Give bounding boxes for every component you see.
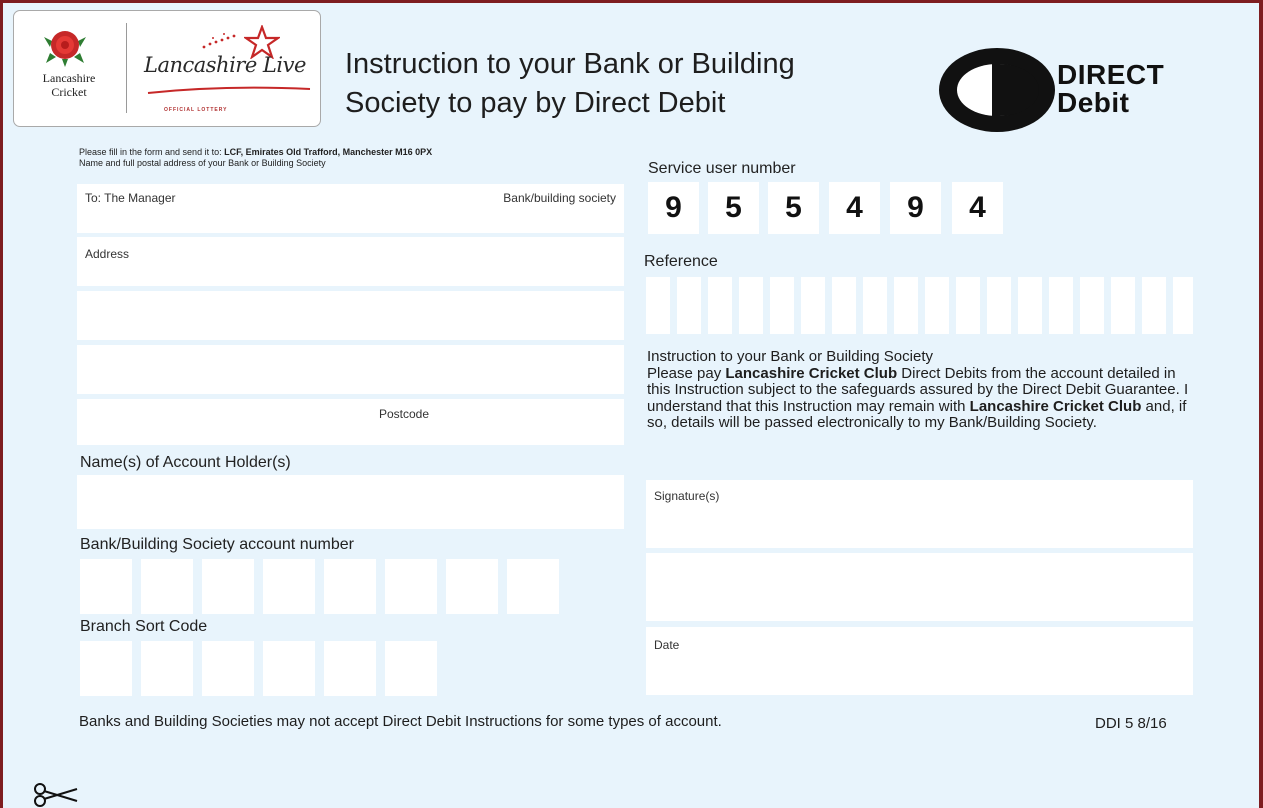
account-holder-field[interactable] [77,475,624,529]
account-number-label: Bank/Building Society account number [80,536,354,553]
service-user-label: Service user number [648,160,796,177]
reference-box[interactable] [956,277,980,334]
reference-box[interactable] [801,277,825,334]
reference-box[interactable] [863,277,887,334]
reference-box[interactable] [646,277,670,334]
direct-debit-logo-line1: DIRECT [1057,59,1165,90]
postcode-field[interactable]: Postcode [77,399,624,445]
lotto-logo-text: Lancashire Live [144,53,306,77]
reference-box[interactable] [1111,277,1135,334]
sort-code-box[interactable] [141,641,193,696]
bank-building-society-label: Bank/building society [503,191,616,205]
direct-debit-logo-icon [939,48,1055,132]
account-holder-label: Name(s) of Account Holder(s) [80,454,291,471]
reference-box[interactable] [677,277,701,334]
address-field-line1[interactable]: Address [77,237,624,286]
account-number-box[interactable] [507,559,559,614]
sort-code-label: Branch Sort Code [80,618,208,635]
address-label: Address [85,247,130,261]
logo-card: Lancashire Cricket Lancashire Live OFFIC… [13,10,321,127]
date-field[interactable]: Date [646,627,1193,695]
account-number-box[interactable] [202,559,254,614]
instruction-body: Please pay Lancashire Cricket Club Direc… [647,364,1202,432]
service-user-digit: 9 [648,182,699,234]
instruction-company: Lancashire Cricket Club [725,364,898,382]
instruction-heading: Instruction to your Bank or Building Soc… [647,348,933,365]
account-number-box[interactable] [385,559,437,614]
reference-label: Reference [644,253,718,270]
account-number-box[interactable] [446,559,498,614]
sort-code-box[interactable] [385,641,437,696]
reference-box[interactable] [1142,277,1166,334]
date-label: Date [654,638,680,652]
bank-name-field[interactable]: To: The Manager Bank/building society [77,184,624,233]
postcode-label: Postcode [379,407,430,421]
reference-box[interactable] [770,277,794,334]
sparkle-dots-icon [202,33,236,49]
reference-box[interactable] [1080,277,1104,334]
account-number-box[interactable] [141,559,193,614]
account-number-box[interactable] [263,559,315,614]
service-user-digit: 5 [768,182,819,234]
signature-field-2[interactable] [646,553,1193,621]
reference-box[interactable] [925,277,949,334]
rose-icon [44,31,86,67]
sort-code-box[interactable] [80,641,132,696]
send-to-address: LCF, Emirates Old Trafford, Manchester M… [224,147,433,157]
ddi-code: DDI 5 8/16 [1095,715,1167,732]
direct-debit-logo-text: DIRECT Debit [1057,61,1164,117]
instruction-part1: Please pay [647,364,726,382]
reference-box[interactable] [739,277,763,334]
service-user-digit: 4 [829,182,880,234]
send-to-prefix: Please fill in the form and send it to: [79,147,225,157]
address-field-line2[interactable] [77,291,624,340]
service-user-digit: 5 [708,182,759,234]
send-to-note: Please fill in the form and send it to: … [79,147,432,169]
service-user-digit: 4 [952,182,1003,234]
form-title: Instruction to your Bank or Building Soc… [345,45,885,123]
reference-box[interactable] [708,277,732,334]
service-user-digit: 9 [890,182,941,234]
to-manager-label: To: The Manager [85,191,176,205]
form-title-line1: Instruction to your Bank or Building [345,48,795,80]
send-to-line: Please fill in the form and send it to: … [79,147,432,158]
reference-box[interactable] [1173,277,1193,334]
instruction-company-2: Lancashire Cricket Club [969,397,1142,415]
account-number-box[interactable] [324,559,376,614]
lcc-logo-line2: Cricket [51,85,87,99]
instruction-text: Instruction to your Bank or Building Soc… [647,348,1202,432]
direct-debit-form: Lancashire Cricket Lancashire Live OFFIC… [3,3,1259,808]
signature-field[interactable]: Signature(s) [646,480,1193,548]
lotto-logo-subtext: OFFICIAL LOTTERY [164,107,228,113]
reference-box[interactable] [894,277,918,334]
address-field-line3[interactable] [77,345,624,394]
reference-box[interactable] [1018,277,1042,334]
sort-code-box[interactable] [263,641,315,696]
lcc-logo-line1: Lancashire [42,71,96,85]
lotto-swoosh-icon [147,86,311,94]
logo-divider [126,23,127,113]
footer-note: Banks and Building Societies may not acc… [79,713,722,730]
lcc-logo-text: Lancashire Cricket [26,71,112,99]
signature-label: Signature(s) [654,489,720,503]
direct-debit-logo-line2: Debit [1057,87,1130,118]
sort-code-box[interactable] [202,641,254,696]
reference-box[interactable] [832,277,856,334]
reference-box[interactable] [987,277,1011,334]
account-number-box[interactable] [80,559,132,614]
scissors-icon [34,783,78,807]
sort-code-box[interactable] [324,641,376,696]
form-title-line2: Society to pay by Direct Debit [345,87,726,119]
reference-box[interactable] [1049,277,1073,334]
bank-address-caption: Name and full postal address of your Ban… [79,158,326,168]
